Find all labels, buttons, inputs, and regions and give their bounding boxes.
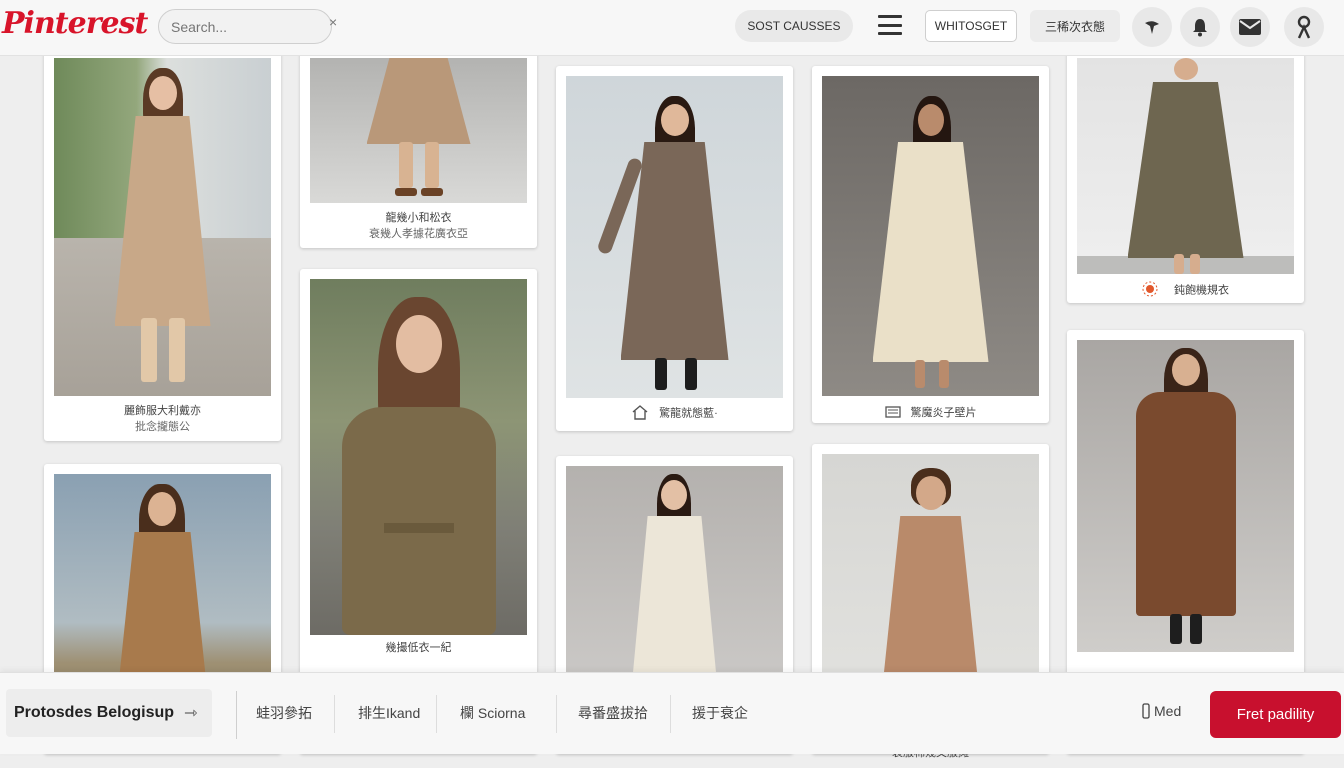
pin-image [54,58,271,396]
pin-caption: 鈍飽機規衣 [1067,281,1304,300]
pinterest-logo[interactable]: Pinterest [2,6,148,41]
bottom-tab[interactable]: 蛙羽參拓 [256,703,312,723]
top-header: Pinterest × SOST CAUSSES WHITOSGET 三稀次衣態 [0,0,1344,56]
divider [334,695,335,733]
device-label: Med [1154,703,1182,720]
pin-icon[interactable] [1132,7,1172,47]
clear-search-icon[interactable]: × [329,14,337,30]
pin-card[interactable]: 龍幾小和松衣 衰幾人孝據花廣衣亞 [300,48,537,248]
pin-caption: 麗飾服大利戴亦 [124,405,201,417]
profile-icon[interactable] [1284,7,1324,47]
arrow-right-icon: ⇾ [184,705,198,722]
phone-icon [1142,703,1150,722]
divider [236,691,237,739]
menu-list-icon[interactable] [878,15,902,35]
divider [670,695,671,733]
bottom-tab[interactable]: 援于衰企 [692,703,748,723]
causes-button[interactable]: SOST CAUSSES [735,10,853,42]
divider [556,695,557,733]
bottom-tab[interactable]: 排生Ikand [358,703,420,723]
divider [436,695,437,733]
cta-button[interactable]: Fret padility [1210,691,1341,738]
notification-icon[interactable] [1180,7,1220,47]
board-icon [884,405,901,421]
pin-card[interactable]: 麗飾服大利戴亦 批念攏態公 [44,48,281,441]
pin-image [1077,340,1294,652]
pin-caption-text: 驚魔炎子壁片 [910,407,977,419]
mail-icon[interactable] [1230,7,1270,47]
pin-image [566,76,783,398]
pin-image [310,58,527,203]
pin-caption: 龍幾小和松衣 [385,212,452,224]
pin-caption-text: 驚龍就態藍· [659,407,718,420]
board-title-text: Protosdes Belogisup [14,704,175,721]
pin-card[interactable]: 鈍飽機規衣 [1067,48,1304,303]
pin-subcaption: 批念攏態公 [135,421,190,433]
device-selector[interactable]: Med [1142,703,1181,722]
pin-caption: 驚龍就態藍· [556,404,793,423]
bottom-tab[interactable]: 欄 Sciorna [460,703,525,723]
board-title[interactable]: Protosdes Belogisup ⇾ [6,689,212,737]
search-input[interactable] [158,9,332,44]
pin-image [822,76,1039,396]
pin-image [310,279,527,635]
pin-image [1077,58,1294,274]
pin-caption-text: 鈍飽機規衣 [1174,284,1229,297]
bottom-bar: Protosdes Belogisup ⇾ 蛙羽參拓 排生Ikand 欄 Sci… [0,672,1344,754]
bottom-tab[interactable]: 尋番盛拔拾 [578,703,648,723]
pin-card[interactable]: 驚龍就態藍· [556,66,793,431]
pin-caption: 驚魔炎子壁片 [812,404,1049,421]
pin-caption: 幾撮低衣一紀 [385,642,452,654]
pin-card[interactable]: 驚魔炎子壁片 [812,66,1049,423]
cn-filter-button[interactable]: 三稀次衣態 [1030,10,1120,42]
home-icon [631,404,649,423]
sun-icon [1142,281,1158,300]
pin-subcaption: 衰幾人孝據花廣衣亞 [369,228,468,240]
white-button[interactable]: WHITOSGET [925,10,1017,42]
